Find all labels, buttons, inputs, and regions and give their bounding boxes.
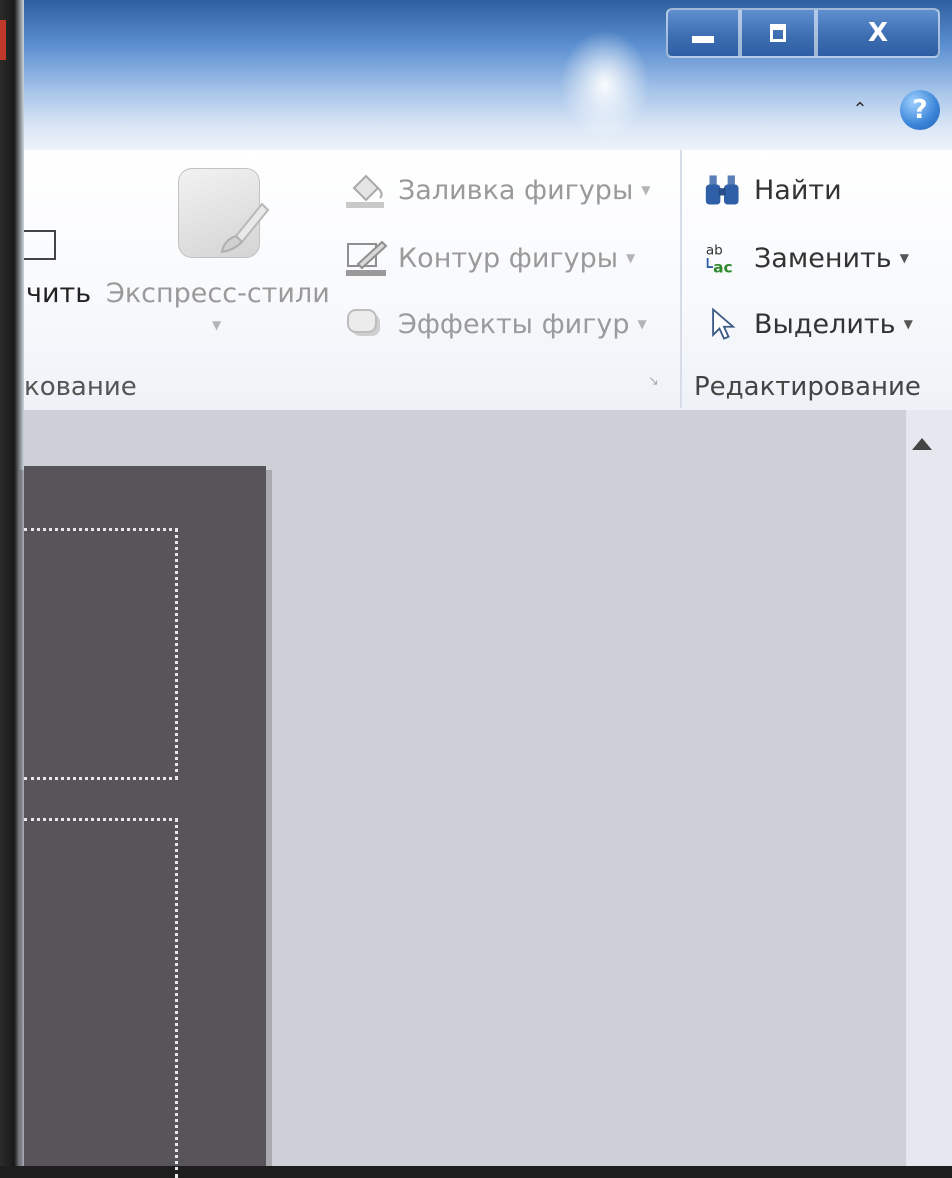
drawing-group-title: кование: [24, 372, 137, 402]
shape-outline-label: Контур фигуры: [398, 242, 619, 274]
help-icon[interactable]: ?: [900, 90, 940, 130]
shape-effects-dropdown-icon[interactable]: ▼: [638, 317, 647, 331]
arrange-button-label[interactable]: чить: [26, 278, 91, 309]
svg-text:ab: ab: [706, 242, 723, 258]
ribbon-group-separator: [680, 150, 682, 408]
arrange-icon[interactable]: [24, 230, 56, 260]
vertical-scrollbar[interactable]: [906, 410, 952, 1166]
select-label: Выделить: [754, 308, 896, 340]
title-bar-glow: [560, 30, 650, 140]
minimize-icon: [692, 35, 714, 43]
content-placeholder[interactable]: [24, 818, 178, 1178]
shape-effects-icon: [347, 309, 380, 336]
express-styles-dropdown-icon[interactable]: ▼: [212, 318, 221, 332]
close-button[interactable]: X: [816, 8, 940, 58]
shape-fill-button[interactable]: Заливка фигуры ▼: [344, 170, 651, 210]
title-placeholder[interactable]: [24, 528, 178, 780]
find-label: Найти: [754, 174, 842, 206]
dialog-launcher-icon[interactable]: ↘: [648, 374, 664, 390]
cursor-arrow-icon: [712, 307, 736, 340]
replace-button[interactable]: ab ac Заменить ▼: [704, 238, 909, 278]
editing-group-title: Редактирование: [694, 372, 921, 402]
svg-text:ac: ac: [713, 259, 733, 277]
shape-outline-button[interactable]: Контур фигуры ▼: [344, 238, 635, 278]
restore-button[interactable]: [740, 8, 816, 58]
scroll-up-icon[interactable]: [912, 438, 932, 450]
express-styles-button[interactable]: Экспресс-стили: [106, 278, 330, 309]
select-dropdown-icon[interactable]: ▼: [904, 317, 913, 331]
collapse-ribbon-icon[interactable]: ⌃: [848, 98, 872, 122]
find-button[interactable]: Найти: [704, 170, 842, 210]
select-button[interactable]: Выделить ▼: [704, 304, 913, 344]
close-icon: X: [867, 18, 889, 48]
replace-ab-ac-icon: ab ac: [706, 242, 733, 277]
shape-outline-dropdown-icon[interactable]: ▼: [626, 251, 635, 265]
replace-label: Заменить: [754, 242, 892, 274]
shape-fill-label: Заливка фигуры: [398, 174, 634, 206]
taskbar-edge: [0, 20, 6, 60]
binoculars-icon: [705, 175, 739, 205]
brush-icon: [220, 202, 270, 254]
shape-effects-label: Эффекты фигур: [398, 308, 630, 340]
replace-dropdown-icon[interactable]: ▼: [900, 251, 909, 265]
minimize-button[interactable]: [666, 8, 740, 58]
shape-effects-button[interactable]: Эффекты фигур ▼: [344, 304, 647, 344]
paint-bucket-icon: [346, 174, 384, 208]
restore-icon: [770, 24, 786, 42]
shape-fill-dropdown-icon[interactable]: ▼: [641, 183, 650, 197]
pencil-outline-icon: [346, 240, 388, 276]
